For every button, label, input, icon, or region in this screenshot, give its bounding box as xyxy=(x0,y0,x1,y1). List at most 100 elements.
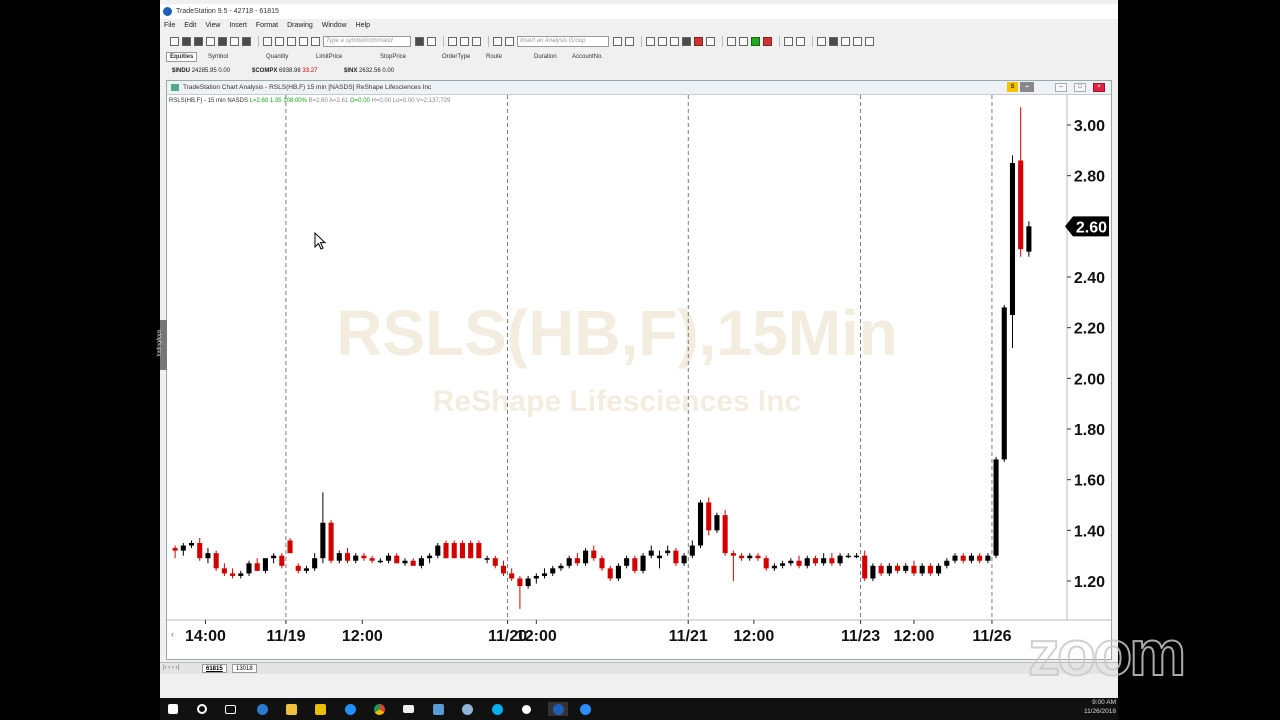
open-icon[interactable] xyxy=(182,36,191,46)
new-window-icon[interactable] xyxy=(206,36,215,46)
search-icon[interactable] xyxy=(195,702,209,716)
store-icon[interactable] xyxy=(313,702,327,716)
options-icon[interactable] xyxy=(865,36,874,46)
asset-type-select[interactable]: Equities xyxy=(166,52,198,62)
menu-file[interactable]: File xyxy=(164,22,175,29)
layout-icon[interactable] xyxy=(275,36,284,46)
watermark-symbol: RSLS(HB,F),15Min xyxy=(336,297,898,369)
go-arrow-icon[interactable] xyxy=(415,36,424,46)
red-candle-icon[interactable] xyxy=(694,36,703,46)
remote-desktop-icon[interactable] xyxy=(431,702,445,716)
minimize-icon[interactable]: – xyxy=(1055,83,1067,92)
index-inx[interactable]: $INX 2632.56 0.00 xyxy=(344,68,394,74)
zoom-chart-icon[interactable] xyxy=(427,36,436,46)
pointer-icon[interactable] xyxy=(817,36,826,46)
candle-body xyxy=(853,555,860,558)
windows-start-icon[interactable] xyxy=(166,702,180,716)
account-label[interactable]: AccountNo. xyxy=(572,54,603,60)
skype-icon[interactable] xyxy=(490,702,504,716)
menu-insert[interactable]: Insert xyxy=(229,22,247,29)
strategy-icon[interactable] xyxy=(625,36,634,46)
route-label[interactable]: Route xyxy=(486,54,502,60)
matrix-icon[interactable] xyxy=(472,36,481,46)
candle-body xyxy=(977,555,983,561)
analysis-icon[interactable] xyxy=(493,36,502,46)
data-volume: V=2,137,729 xyxy=(416,98,451,104)
zoom-out-icon[interactable] xyxy=(796,36,805,46)
candle-body xyxy=(607,568,613,579)
workspace-icon[interactable] xyxy=(218,36,227,46)
hollow-candle-icon[interactable] xyxy=(706,36,715,46)
file-explorer-icon[interactable] xyxy=(284,702,298,716)
candle-body xyxy=(320,522,326,559)
side-panel-tab[interactable]: tradingApps xyxy=(156,320,167,370)
close-icon[interactable]: × xyxy=(1093,83,1105,92)
index-compx[interactable]: $COMPX 6938.98 33.27 xyxy=(252,68,317,74)
scroll-left-icon[interactable]: ‹ xyxy=(171,629,174,639)
sheet-tab-13018[interactable]: 13018 xyxy=(232,664,257,673)
main-toolbar: Type a symbol/command Insert an Analysis… xyxy=(160,33,1118,49)
chart-canvas[interactable]: RSLS(HB,F),15Min ReShape Lifesciences In… xyxy=(167,95,1111,660)
lock-icon[interactable] xyxy=(287,36,296,46)
bar-chart-icon[interactable] xyxy=(646,36,655,46)
settings-icon[interactable] xyxy=(519,702,533,716)
save-icon[interactable] xyxy=(194,36,203,46)
y-tick-label: 2.00 xyxy=(1074,371,1105,388)
clock-date: 11/26/2018 xyxy=(1083,708,1116,715)
menu-drawing[interactable]: Drawing xyxy=(287,22,313,29)
cursor-icon[interactable] xyxy=(739,36,748,46)
menu-format[interactable]: Format xyxy=(256,22,278,29)
internet-explorer-icon[interactable] xyxy=(343,702,357,716)
line-chart-icon[interactable] xyxy=(658,36,667,46)
quantity-label[interactable]: Quantity xyxy=(266,54,288,60)
time-axis: 14:00 11/19 12:00 11/2012:00 11/21 12:00 11/23… xyxy=(185,620,1012,645)
print-icon[interactable] xyxy=(242,36,251,46)
open-workspace-icon[interactable] xyxy=(230,36,239,46)
maximize-icon[interactable]: □ xyxy=(1074,83,1086,92)
new-icon[interactable] xyxy=(170,36,179,46)
page-icon[interactable] xyxy=(299,36,308,46)
duration-label[interactable]: Duration xyxy=(534,54,557,60)
color-icon[interactable] xyxy=(763,36,772,46)
index-indu[interactable]: $INDU 24285.95 0.00 xyxy=(172,68,230,74)
zoom-taskbar-icon[interactable] xyxy=(578,702,592,716)
tools-icon[interactable] xyxy=(841,36,850,46)
grid-icon[interactable] xyxy=(311,36,320,46)
task-view-icon[interactable] xyxy=(223,702,237,716)
tradestation-taskbar-icon[interactable] xyxy=(548,702,568,716)
symbol-label[interactable]: Symbol xyxy=(208,54,228,60)
chart-menu-icon[interactable]: ▪▪ xyxy=(1020,82,1034,92)
indicator-icon[interactable] xyxy=(505,36,514,46)
chrome-icon[interactable] xyxy=(372,702,386,716)
tab-nav-icon[interactable]: |‹ ‹ › ›| xyxy=(163,665,179,671)
green-bar-icon[interactable] xyxy=(751,36,760,46)
tray-clock[interactable]: 9:00 AM 11/26/2018 xyxy=(1084,698,1116,716)
menu-view[interactable]: View xyxy=(205,22,220,29)
chart-type-icon[interactable] xyxy=(448,36,457,46)
menu-help[interactable]: Help xyxy=(356,22,370,29)
symbol-link-badge[interactable]: S xyxy=(1007,82,1018,92)
symbol-command-input[interactable]: Type a symbol/command xyxy=(323,35,411,47)
limit-price-label[interactable]: LimitPrice xyxy=(316,54,342,60)
menu-window[interactable]: Window xyxy=(322,22,347,29)
candle-icon[interactable] xyxy=(670,36,679,46)
stop-price-label[interactable]: StopPrice xyxy=(380,54,406,60)
last-price-label: 2.60 xyxy=(1076,219,1107,236)
zoom-in-icon[interactable] xyxy=(784,36,793,46)
drawing-icon[interactable] xyxy=(829,36,838,46)
link-icon[interactable] xyxy=(263,36,272,46)
format-icon[interactable] xyxy=(613,36,622,46)
x-tick-label: 12:00 xyxy=(733,628,774,645)
paint-icon[interactable] xyxy=(460,702,474,716)
menu-edit[interactable]: Edit xyxy=(184,22,196,29)
order-type-label[interactable]: OrderType xyxy=(442,54,470,60)
analysis-group-select[interactable]: Insert an Analysis Group xyxy=(517,35,609,47)
dark-bar-icon[interactable] xyxy=(682,36,691,46)
candle-body xyxy=(254,563,260,571)
mail-icon[interactable] xyxy=(401,702,415,716)
scanner-icon[interactable] xyxy=(853,36,862,46)
edge-icon[interactable] xyxy=(255,702,269,716)
radar-icon[interactable] xyxy=(460,36,469,46)
sheet-tab-61815[interactable]: 61815 xyxy=(202,664,227,673)
crosshair-icon[interactable] xyxy=(727,36,736,46)
